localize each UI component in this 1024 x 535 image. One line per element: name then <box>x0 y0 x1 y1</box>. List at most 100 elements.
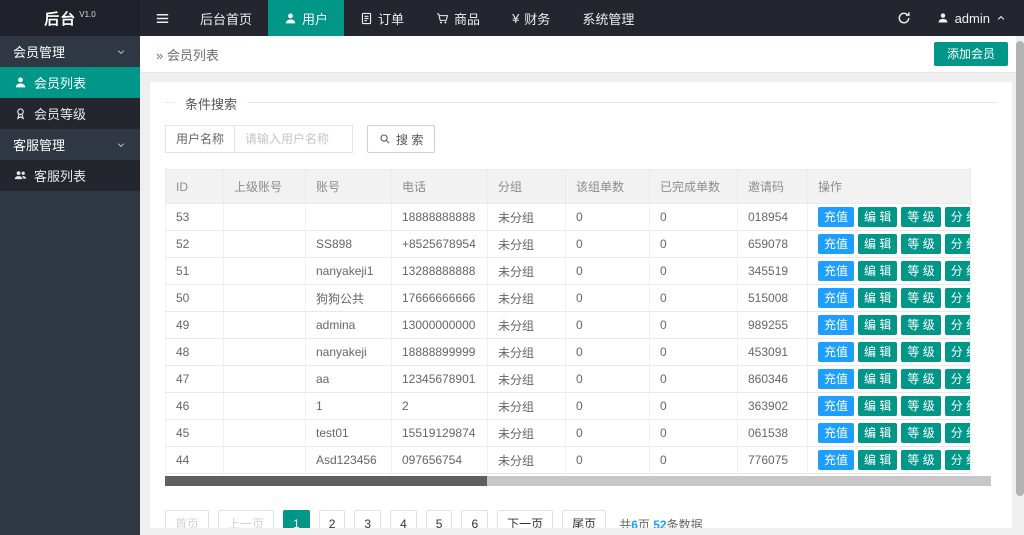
action-button-green[interactable]: 编 辑 <box>858 423 897 443</box>
app-version: V1.0 <box>79 10 95 19</box>
username-label: 用户名称 <box>165 125 235 153</box>
action-button-green[interactable]: 分 组 <box>945 369 971 389</box>
action-button-green[interactable]: 分 组 <box>945 342 971 362</box>
action-button-green[interactable]: 分 组 <box>945 288 971 308</box>
page-button[interactable]: 4 <box>390 510 417 528</box>
action-button-blue[interactable]: 充值 <box>818 396 854 416</box>
action-button-blue[interactable]: 充值 <box>818 423 854 443</box>
vertical-scrollbar-thumb[interactable] <box>1016 41 1024 496</box>
page-button[interactable]: 6 <box>461 510 488 528</box>
page-button[interactable]: 1 <box>283 510 310 528</box>
topbar-menu-item-4[interactable]: 商品 <box>420 0 496 36</box>
action-button-blue[interactable]: 充值 <box>818 369 854 389</box>
action-button-green[interactable]: 编 辑 <box>858 396 897 416</box>
action-button-green[interactable]: 编 辑 <box>858 234 897 254</box>
topbar-menu-item-5[interactable]: ¥财务 <box>496 0 566 36</box>
table-cell: 17666666666 <box>392 285 488 312</box>
action-button-green[interactable]: 等 级 <box>901 369 940 389</box>
action-button-green[interactable]: 编 辑 <box>858 315 897 335</box>
table-cell: nanyakeji1 <box>306 258 392 285</box>
sidebar-item-3[interactable]: 会员等级 <box>0 98 140 129</box>
page-button[interactable]: 5 <box>426 510 453 528</box>
table-cell: Asd123456 <box>306 447 392 474</box>
page-button[interactable]: 2 <box>319 510 346 528</box>
table-cell: 2 <box>392 393 488 420</box>
action-button-green[interactable]: 编 辑 <box>858 261 897 281</box>
horizontal-scrollbar-thumb[interactable] <box>165 476 487 486</box>
search-button[interactable]: 搜 索 <box>367 125 435 153</box>
action-button-blue[interactable]: 充值 <box>818 450 854 470</box>
column-header: 已完成单数 <box>650 170 738 204</box>
table-cell: 46 <box>166 393 224 420</box>
action-button-green[interactable]: 等 级 <box>901 450 940 470</box>
action-button-green[interactable]: 等 级 <box>901 288 940 308</box>
table-cell <box>224 204 306 231</box>
user-menu[interactable]: admin <box>937 11 1006 26</box>
page-button: 上一页 <box>218 510 274 528</box>
table-cell: 0 <box>650 393 738 420</box>
topbar-right: admin <box>897 0 1024 36</box>
action-button-green[interactable]: 分 组 <box>945 423 971 443</box>
sidebar-group-4[interactable]: 客服管理 <box>0 129 140 160</box>
action-button-green[interactable]: 等 级 <box>901 342 940 362</box>
action-button-green[interactable]: 分 组 <box>945 315 971 335</box>
action-button-blue[interactable]: 充值 <box>818 342 854 362</box>
action-button-green[interactable]: 等 级 <box>901 423 940 443</box>
action-button-green[interactable]: 等 级 <box>901 315 940 335</box>
action-button-green[interactable]: 编 辑 <box>858 207 897 227</box>
action-button-green[interactable]: 分 组 <box>945 261 971 281</box>
action-button-green[interactable]: 分 组 <box>945 450 971 470</box>
table-row: 44Asd123456097656754未分组00776075充值编 辑等 级分… <box>166 447 971 474</box>
table-cell: 776075 <box>738 447 808 474</box>
hamburger-menu-icon[interactable] <box>140 0 184 36</box>
username-input[interactable] <box>235 125 353 153</box>
actions-cell: 充值编 辑等 级分 组禁用 <box>808 339 971 366</box>
action-button-green[interactable]: 编 辑 <box>858 369 897 389</box>
page-button[interactable]: 3 <box>354 510 381 528</box>
action-button-green[interactable]: 编 辑 <box>858 288 897 308</box>
action-button-blue[interactable]: 充值 <box>818 234 854 254</box>
topbar-menu-item-3[interactable]: 订单 <box>344 0 420 36</box>
topbar-menu-item-1[interactable]: 后台首页 <box>184 0 268 36</box>
table-cell: 53 <box>166 204 224 231</box>
table-cell: 0 <box>650 231 738 258</box>
action-button-green[interactable]: 分 组 <box>945 234 971 254</box>
table-cell: 未分组 <box>488 366 566 393</box>
action-button-blue[interactable]: 充值 <box>818 315 854 335</box>
actions-cell: 充值编 辑等 级分 组禁用 <box>808 420 971 447</box>
action-button-green[interactable]: 编 辑 <box>858 342 897 362</box>
add-member-button[interactable]: 添加会员 <box>934 42 1008 66</box>
action-button-green[interactable]: 等 级 <box>901 207 940 227</box>
sidebar-item-2[interactable]: 会员列表 <box>0 67 140 98</box>
action-button-green[interactable]: 编 辑 <box>858 450 897 470</box>
action-button-green[interactable]: 分 组 <box>945 207 971 227</box>
refresh-icon[interactable] <box>897 11 911 25</box>
action-button-green[interactable]: 等 级 <box>901 261 940 281</box>
table-row: 4612未分组00363902充值编 辑等 级分 组禁用 <box>166 393 971 420</box>
sidebar-item-5[interactable]: 客服列表 <box>0 160 140 191</box>
table-cell: 0 <box>566 339 650 366</box>
table-cell: admina <box>306 312 392 339</box>
sidebar-group-1[interactable]: 会员管理 <box>0 36 140 67</box>
action-button-green[interactable]: 等 级 <box>901 234 940 254</box>
chevron-up-icon <box>996 13 1006 23</box>
table-cell: 0 <box>650 366 738 393</box>
action-button-blue[interactable]: 充值 <box>818 261 854 281</box>
topbar-menu-item-2[interactable]: 用户 <box>268 0 344 36</box>
horizontal-scrollbar[interactable] <box>165 476 991 486</box>
pagination-summary: 共6页 52条数据 <box>619 516 702 529</box>
action-button-blue[interactable]: 充值 <box>818 207 854 227</box>
action-button-blue[interactable]: 充值 <box>818 288 854 308</box>
page-button[interactable]: 下一页 <box>497 510 553 528</box>
column-header: 账号 <box>306 170 392 204</box>
action-button-green[interactable]: 分 组 <box>945 396 971 416</box>
action-button-green[interactable]: 等 级 <box>901 396 940 416</box>
page-button[interactable]: 尾页 <box>562 510 606 528</box>
level-icon <box>14 107 27 120</box>
search-icon <box>379 133 391 145</box>
vertical-scrollbar[interactable] <box>1016 36 1024 535</box>
actions-cell: 充值编 辑等 级分 组禁用 <box>808 447 971 474</box>
table-cell <box>224 420 306 447</box>
admin-page: 后台 V1.0 后台首页用户订单商品¥财务系统管理 admin 会员管理 会员列… <box>0 0 1024 535</box>
topbar-menu-item-6[interactable]: 系统管理 <box>566 0 650 36</box>
